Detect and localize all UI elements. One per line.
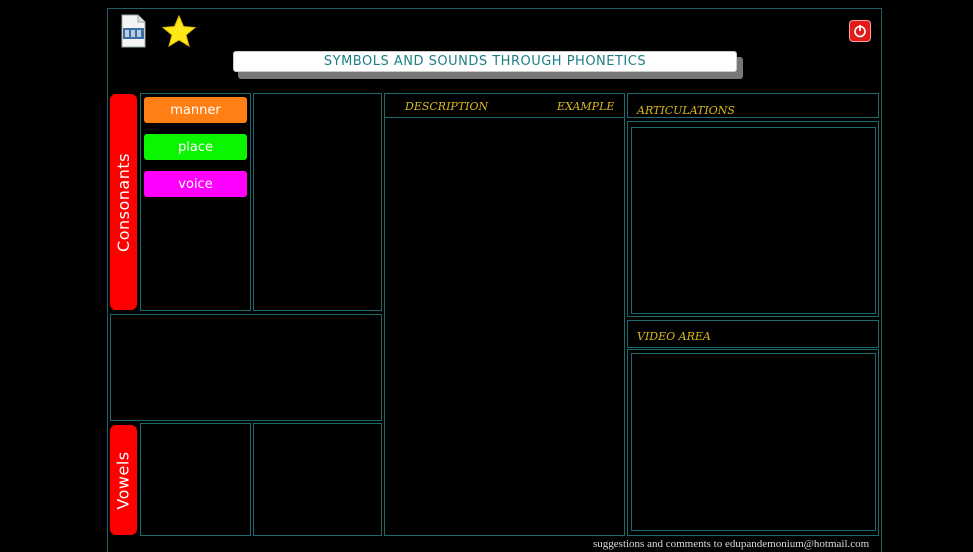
manner-button[interactable]: manner xyxy=(144,97,247,123)
vowel-symbols-panel xyxy=(253,423,382,536)
articulations-label: ARTICULATIONS xyxy=(637,104,735,117)
consonant-symbols-panel xyxy=(253,93,382,311)
description-label: DESCRIPTION xyxy=(405,100,489,113)
vowel-buttons-panel xyxy=(140,423,251,536)
power-icon xyxy=(854,25,866,38)
consonants-tab[interactable]: Consonants xyxy=(110,94,137,310)
description-panel xyxy=(384,93,625,536)
video-label: VIDEO AREA xyxy=(637,330,711,343)
symbol-display-panel xyxy=(110,314,382,421)
page-title: SYMBOLS AND SOUNDS THROUGH PHONETICS xyxy=(233,51,737,72)
vowels-tab[interactable]: Vowels xyxy=(110,425,137,535)
vowels-label: Vowels xyxy=(114,450,134,510)
star-icon[interactable] xyxy=(161,14,197,48)
video-area[interactable] xyxy=(631,353,876,531)
film-document-icon[interactable] xyxy=(120,14,146,48)
articulations-area xyxy=(631,127,876,314)
power-button[interactable] xyxy=(849,20,871,42)
consonants-label: Consonants xyxy=(114,152,134,252)
voice-button[interactable]: voice xyxy=(144,171,247,197)
footer-text: suggestions and comments to edupandemoni… xyxy=(593,538,870,550)
example-label: EXAMPLE xyxy=(557,100,615,113)
place-button[interactable]: place xyxy=(144,134,247,160)
consonant-buttons-panel xyxy=(140,93,251,311)
